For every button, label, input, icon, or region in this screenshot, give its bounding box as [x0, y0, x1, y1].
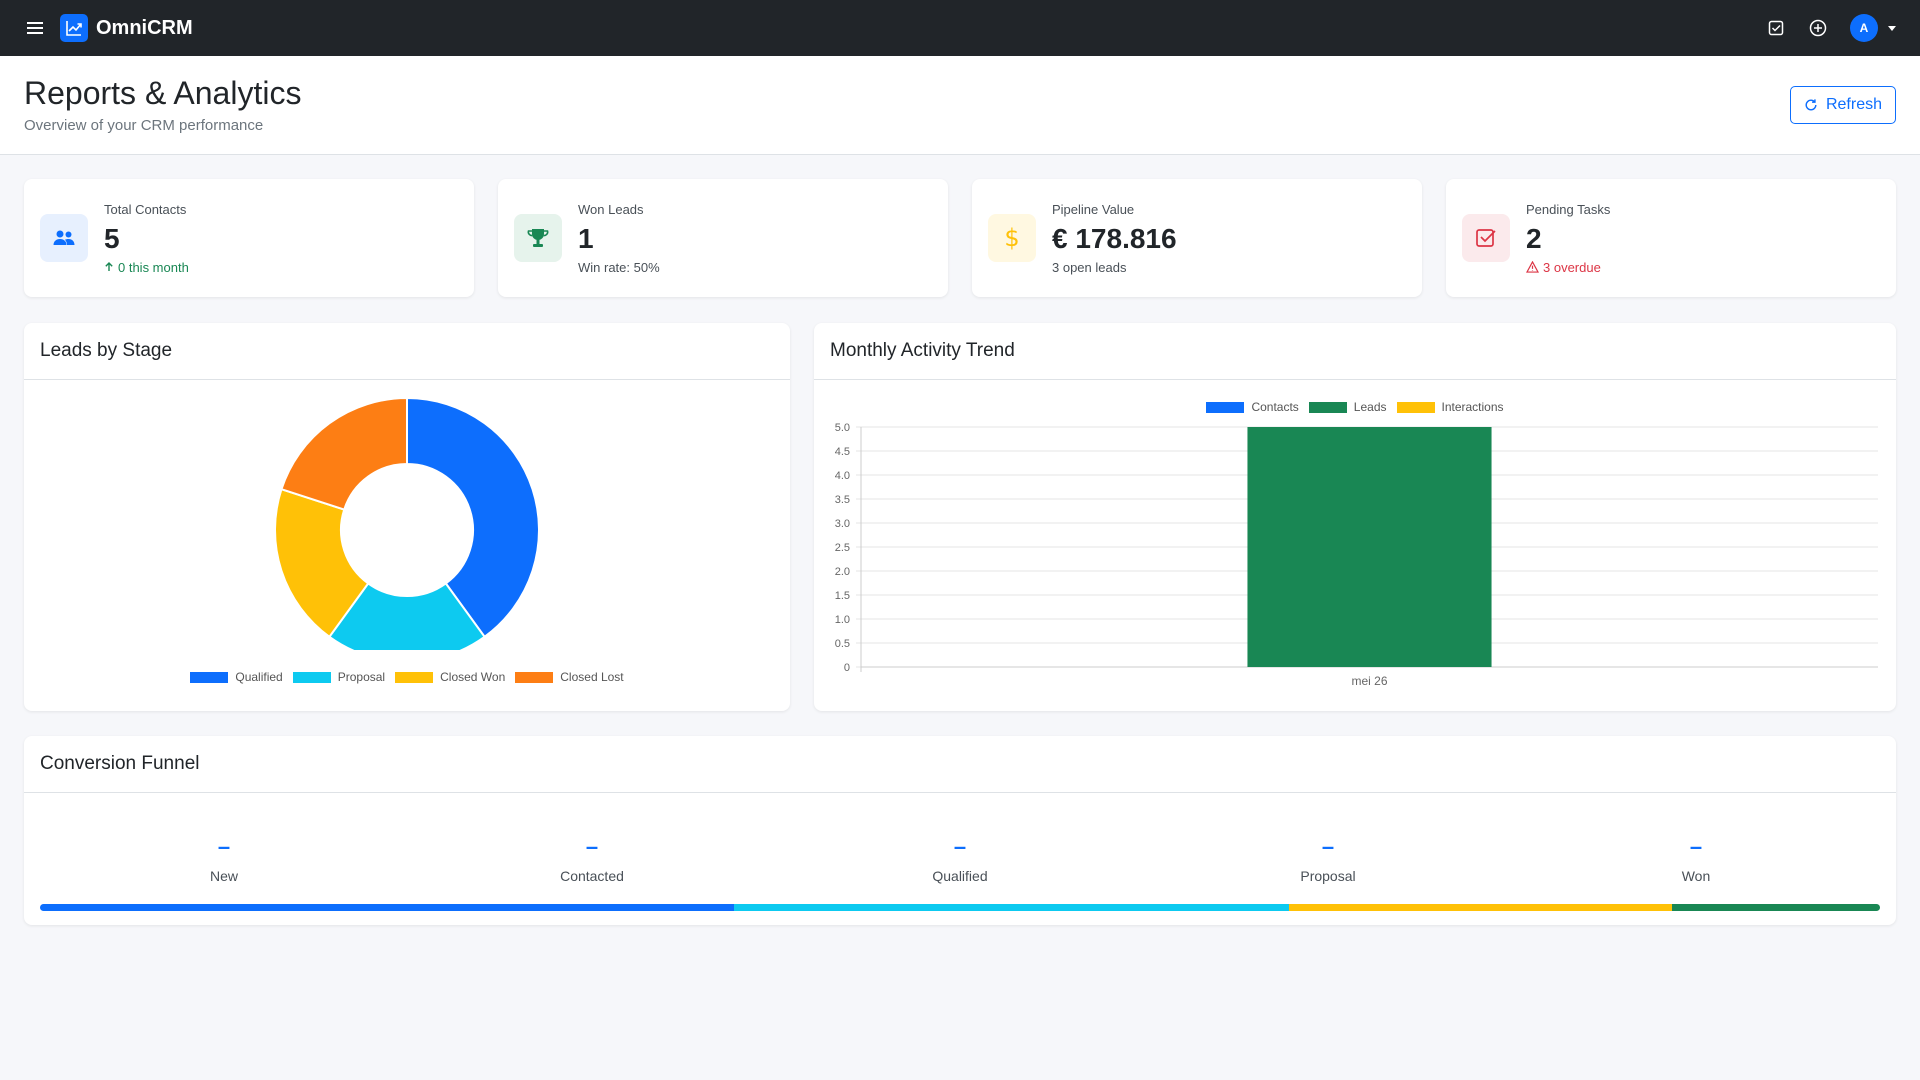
funnel-label: Proposal — [1300, 868, 1356, 884]
arrow-up-icon — [105, 262, 113, 271]
funnel-count: – — [1689, 834, 1703, 859]
legend-item[interactable]: Closed Lost — [515, 670, 624, 684]
legend-item[interactable]: Qualified — [190, 670, 283, 684]
legend-label: Qualified — [235, 670, 283, 684]
refresh-icon — [1805, 99, 1817, 111]
funnel-count: – — [217, 834, 231, 859]
stat-label: Total Contacts — [104, 201, 187, 217]
funnel-label: Qualified — [932, 868, 988, 884]
stats-row: Total Contacts 5 0 this month Won Leads … — [24, 179, 1896, 297]
funnel-stage-contacted: – Contacted — [492, 834, 692, 885]
stat-sub: 0 this month — [104, 260, 189, 275]
stat-value: 5 — [104, 222, 120, 254]
legend-item[interactable]: Proposal — [292, 670, 386, 684]
card-title: Conversion Funnel — [24, 736, 1896, 793]
stat-label: Pipeline Value — [1052, 201, 1135, 217]
stat-card-won-leads: Won Leads 1 Win rate: 50% — [498, 179, 948, 297]
stat-sub: 3 open leads — [1052, 259, 1127, 275]
funnel-stage-proposal: – Proposal — [1228, 834, 1428, 885]
funnel-label: Won — [1681, 868, 1711, 884]
legend-swatch — [515, 671, 554, 683]
page-header: Reports & Analytics Overview of your CRM… — [0, 56, 1920, 155]
monthly-activity-card: Monthly Activity Trend Contacts Leads Inte… — [814, 323, 1896, 711]
y-tick-label: 1.0 — [835, 614, 850, 626]
warning-icon — [1526, 261, 1539, 273]
y-tick-label: 1.5 — [835, 590, 850, 602]
user-menu[interactable]: A — [1850, 14, 1896, 42]
y-tick-label: 2.0 — [835, 566, 850, 578]
stat-sub: 3 overdue — [1526, 260, 1610, 275]
funnel-label: New — [209, 868, 238, 884]
page-title: Reports & Analytics — [24, 74, 302, 111]
y-tick-label: 0.5 — [835, 638, 850, 650]
legend-swatch — [395, 671, 434, 683]
page-subtitle: Overview of your CRM performance — [24, 117, 264, 135]
funnel-stage-won: – Won — [1596, 834, 1796, 885]
stat-sub-text: 3 overdue — [1543, 259, 1601, 275]
bar-leads[interactable] — [1247, 427, 1492, 667]
bar-chart: 0 0.5 1.0 1.5 2.0 2.5 3.0 3.5 4.0 4.5 5.0 mei 26 — [835, 422, 1878, 688]
monthly-activity-chart: Contacts Leads Interactions 0 0.5 1.0 1.5 2.0 2… — [814, 380, 1896, 711]
x-tick-label: mei 26 — [1351, 674, 1387, 688]
stat-card-pipeline-value: $ Pipeline Value € 178.816 3 open leads — [972, 179, 1422, 297]
funnel-progress-bar — [40, 904, 1880, 911]
avatar: A — [1850, 14, 1878, 42]
add-circle-icon[interactable] — [1808, 18, 1828, 38]
tasks-icon[interactable] — [1766, 18, 1786, 38]
stat-sub-text: 0 this month — [118, 259, 189, 275]
card-title: Monthly Activity Trend — [814, 323, 1896, 380]
donut-chart — [274, 396, 540, 650]
legend-label: Closed Lost — [560, 670, 624, 684]
legend-swatch — [190, 671, 229, 683]
stat-label: Pending Tasks — [1526, 201, 1611, 217]
funnel-count: – — [585, 834, 599, 859]
pie-slice-closed-lost[interactable] — [280, 396, 408, 511]
y-tick-label: 3.5 — [835, 494, 850, 506]
pie-legend: Qualified Proposal Closed Won Closed Lost — [24, 670, 790, 684]
funnel-stages: – New – Contacted – Qualified – Proposal – Won — [40, 793, 1880, 885]
funnel-bar-segment — [40, 904, 734, 911]
funnel-bar-segment — [733, 904, 1290, 911]
legend-label: Proposal — [337, 670, 386, 684]
stat-value: 2 — [1526, 222, 1542, 254]
leads-by-stage-chart: Qualified Proposal Closed Won Closed Lost — [24, 380, 790, 711]
people-icon — [40, 214, 88, 262]
menu-icon[interactable] — [24, 17, 46, 39]
dollar-icon: $ — [988, 214, 1036, 262]
card-title: Leads by Stage — [24, 323, 790, 380]
brand-name: OmniCRM — [96, 16, 193, 39]
y-tick-label: 4.5 — [835, 446, 850, 458]
caret-down-icon — [1888, 25, 1896, 31]
stat-label: Won Leads — [578, 201, 644, 217]
task-check-icon — [1462, 214, 1510, 262]
funnel-count: – — [1321, 834, 1335, 859]
conversion-funnel-card: Conversion Funnel – New – Contacted – Qualifi… — [24, 736, 1896, 925]
funnel-label: Contacted — [560, 868, 624, 884]
legend-label: Closed Won — [440, 670, 506, 684]
brand[interactable]: OmniCRM — [60, 14, 193, 42]
stat-value: 1 — [578, 222, 594, 254]
chart-line-icon — [60, 14, 88, 42]
stat-card-total-contacts: Total Contacts 5 0 this month — [24, 179, 474, 297]
leads-by-stage-card: Leads by Stage Qualified Proposal Closed W… — [24, 323, 790, 711]
funnel-count: – — [953, 834, 967, 859]
stat-value: € 178.816 — [1052, 222, 1177, 254]
y-tick-label: 3.0 — [835, 518, 850, 530]
funnel-stage-qualified: – Qualified — [860, 834, 1060, 885]
refresh-label: Refresh — [1825, 96, 1882, 113]
y-tick-label: 0 — [844, 662, 850, 674]
y-tick-label: 5.0 — [835, 422, 850, 434]
top-navbar: OmniCRM A — [0, 0, 1920, 56]
legend-swatch — [292, 671, 331, 683]
refresh-button[interactable]: Refresh — [1789, 86, 1896, 124]
stat-sub: Win rate: 50% — [578, 259, 660, 275]
y-tick-label: 4.0 — [835, 470, 850, 482]
funnel-stage-new: – New — [124, 834, 324, 885]
stat-card-pending-tasks: Pending Tasks 2 3 overdue — [1446, 179, 1896, 297]
trophy-icon — [514, 214, 562, 262]
y-tick-label: 2.5 — [835, 542, 850, 554]
funnel-bar-segment — [1672, 904, 1880, 911]
legend-item[interactable]: Closed Won — [395, 670, 505, 684]
funnel-bar-segment — [1289, 904, 1673, 911]
